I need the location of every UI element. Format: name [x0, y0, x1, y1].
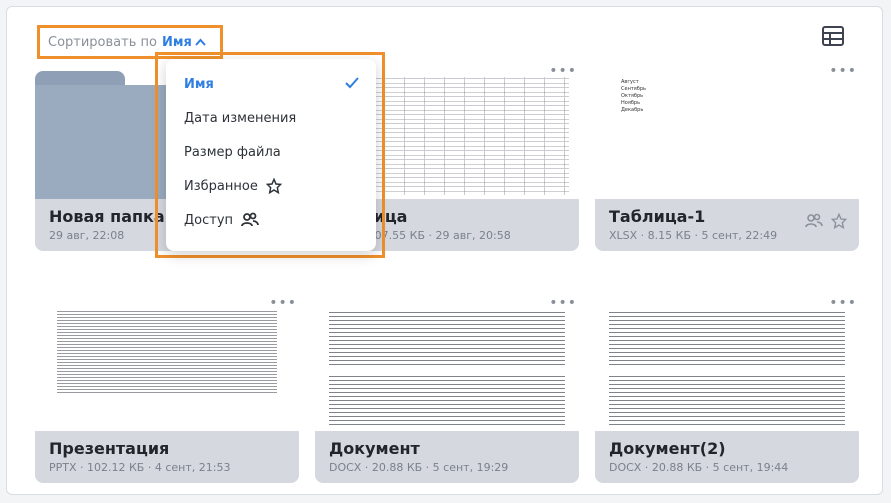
sort-label: Сортировать по [48, 34, 157, 50]
file-card-document-2[interactable]: ••• Документ(2) DOCX · 20.88 КБ · 5 сент… [595, 295, 859, 483]
check-icon [344, 76, 360, 94]
sort-value: Имя [161, 34, 192, 50]
shared-users-icon [241, 212, 259, 228]
file-card-document[interactable]: ••• Документ DOCX · 20.88 КБ · 5 сент, 1… [315, 295, 579, 483]
sort-option-date[interactable]: Дата изменения [166, 101, 376, 135]
document-thumbnail [595, 303, 859, 431]
file-meta: DOCX · 20.88 КБ · 5 сент, 19:44 [609, 461, 789, 474]
sort-option-label: Доступ [184, 212, 234, 228]
document-thumbnail [315, 303, 579, 431]
star-outline-icon[interactable] [830, 212, 848, 233]
file-manager-panel: Сортировать по Имя Новая папка 29 авг, 2… [6, 6, 883, 495]
sort-option-label: Размер файла [184, 144, 281, 160]
mini-list-item: Октябрь [621, 93, 644, 99]
file-name: Документ [329, 439, 420, 458]
sort-option-access[interactable]: Доступ [166, 203, 376, 237]
file-card-presentation[interactable]: ••• Презентация PPTX · 102.12 КБ · 4 сен… [35, 295, 299, 483]
file-card-table-1[interactable]: ••• Август Сентябрь Октябрь Ноябрь Декаб… [595, 63, 859, 251]
file-name: Документ(2) [609, 439, 726, 458]
presentation-thumbnail [35, 303, 299, 431]
sort-option-name[interactable]: Имя [166, 67, 376, 101]
sort-dropdown-menu: Имя Дата изменения Размер файла Избранно… [166, 59, 376, 251]
table-small-thumbnail: Август Сентябрь Октябрь Ноябрь Декабрь [595, 71, 859, 199]
mini-list-item: Август [621, 79, 639, 85]
sort-option-label: Избранное [184, 178, 258, 194]
sort-option-label: Имя [184, 76, 214, 92]
sort-option-size[interactable]: Размер файла [166, 135, 376, 169]
file-meta: DOCX · 20.88 КБ · 5 сент, 19:29 [329, 461, 509, 474]
table-view-icon[interactable] [821, 25, 847, 49]
star-outline-icon [265, 178, 282, 194]
mini-list-item: Сентябрь [621, 86, 646, 92]
file-name: Презентация [49, 439, 170, 458]
mini-list-item: Декабрь [621, 107, 644, 113]
mini-list-item: Ноябрь [621, 100, 641, 106]
file-meta: PPTX · 102.12 КБ · 4 сент, 21:53 [49, 461, 231, 474]
sort-dropdown-highlight: Имя Дата изменения Размер файла Избранно… [155, 52, 385, 258]
sort-option-favorites[interactable]: Избранное [166, 169, 376, 203]
sort-option-label: Дата изменения [184, 110, 297, 126]
shared-users-icon [805, 213, 823, 233]
chevron-up-icon [195, 36, 206, 49]
